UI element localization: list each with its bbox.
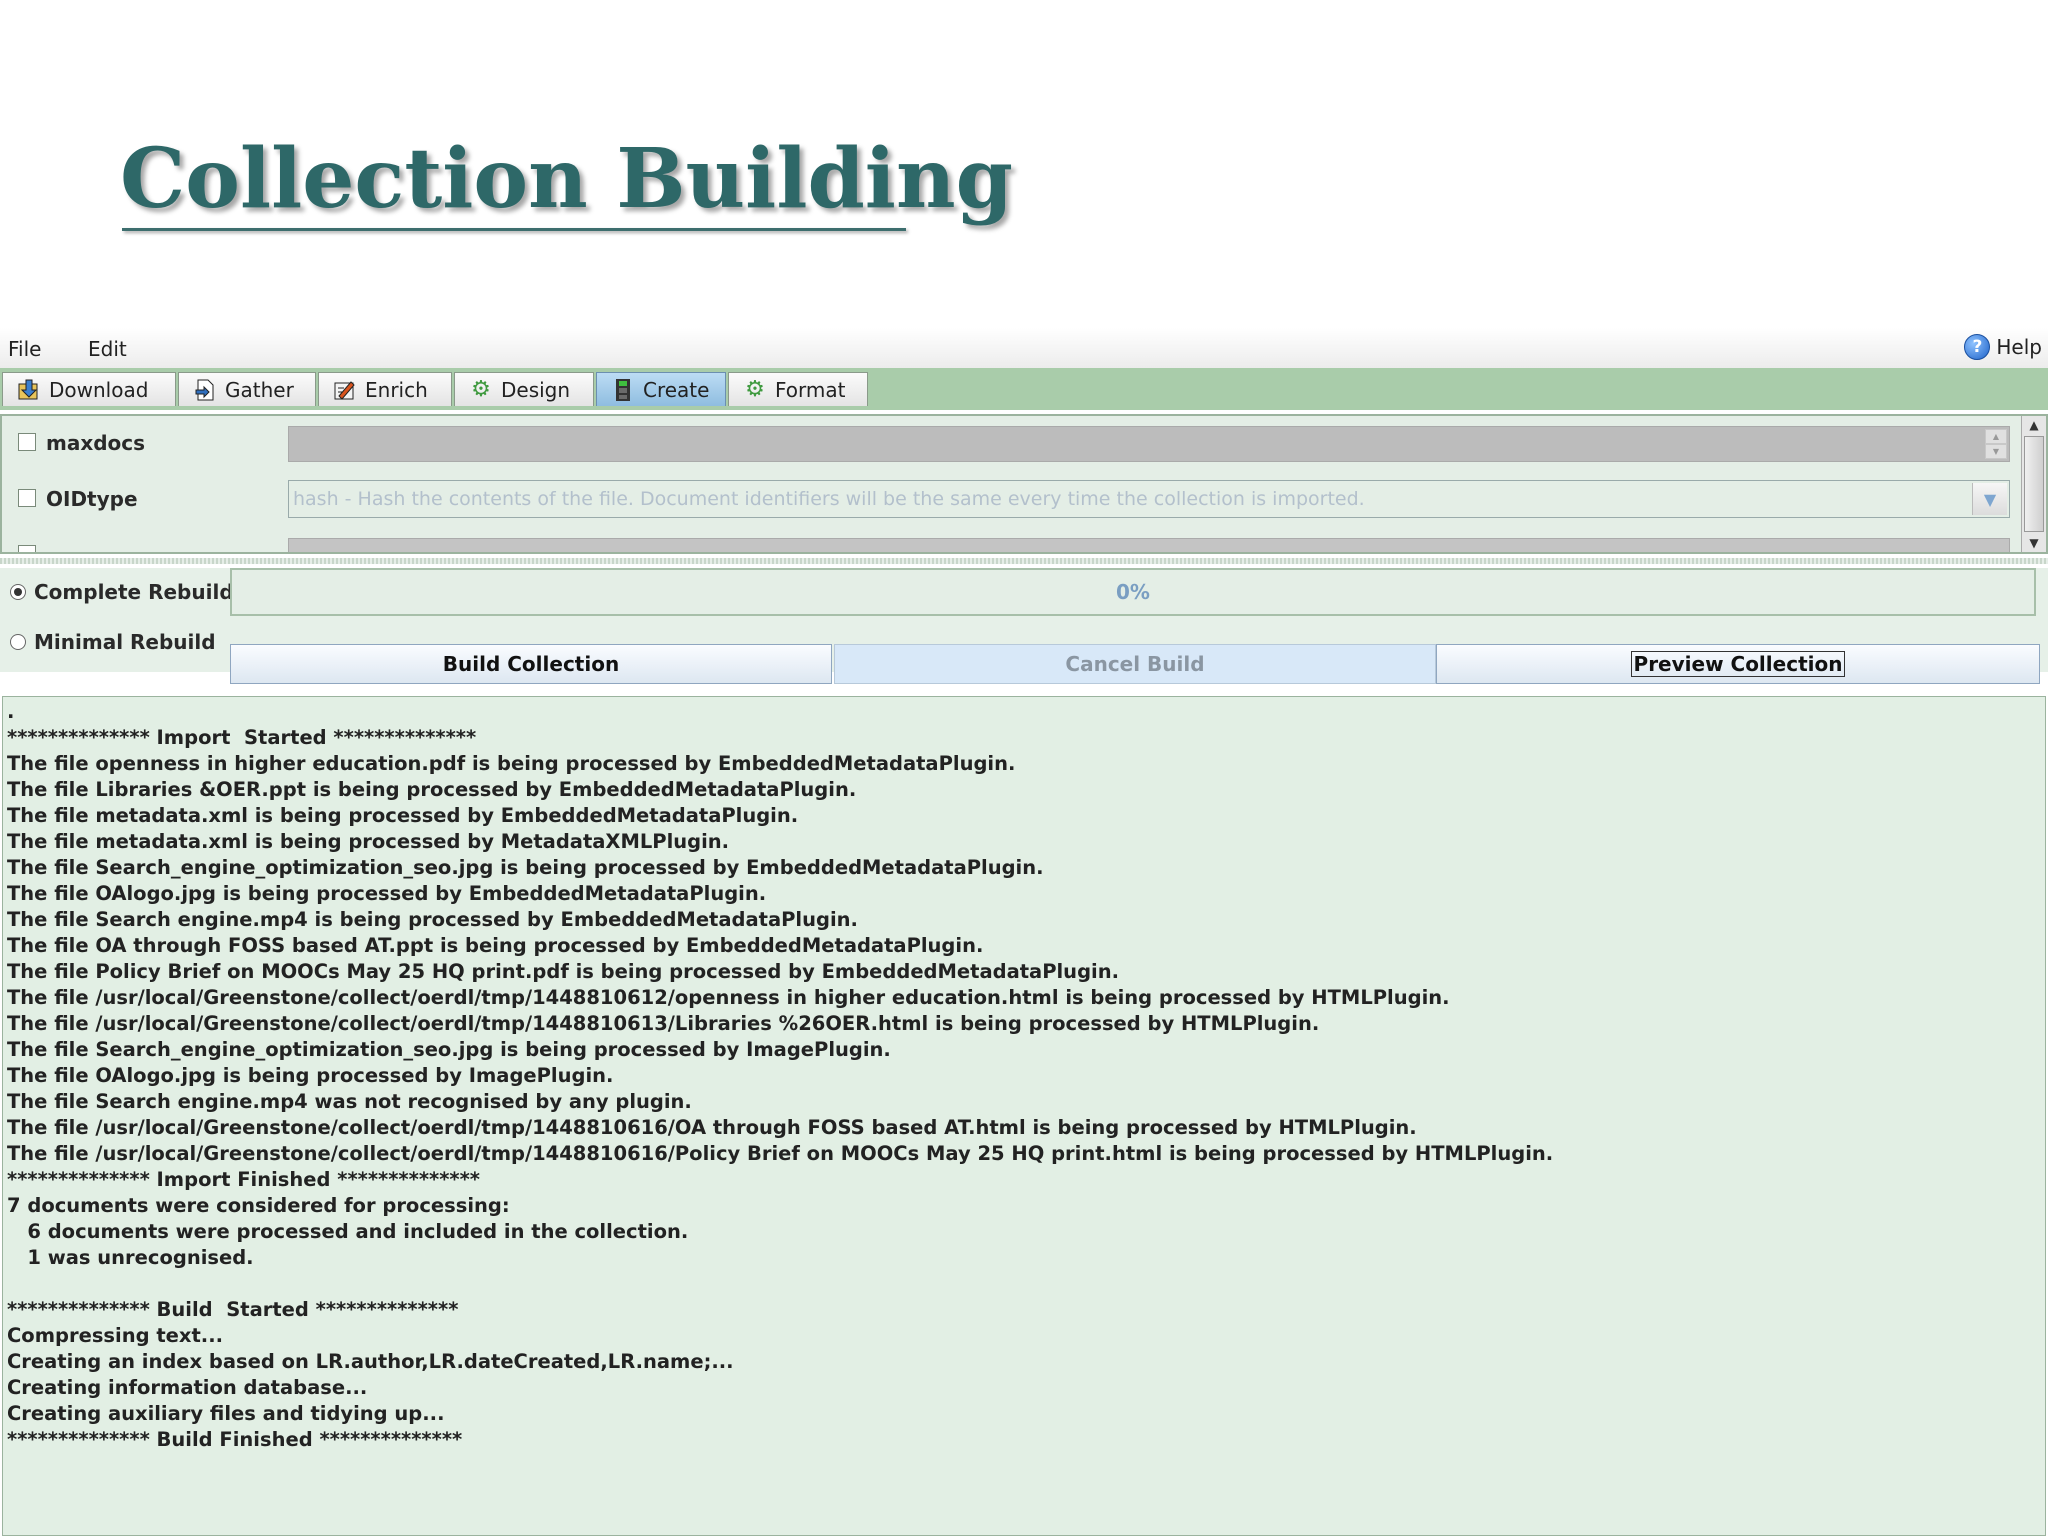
tab-design[interactable]: ⚙ Design [454,372,594,406]
hidden-option-field [288,538,2010,552]
tab-label: Create [643,377,710,402]
log-line: The file Search engine.mp4 was not recog… [7,1090,692,1113]
log-line: . [7,700,15,723]
scroll-up-icon[interactable]: ▲ [2022,416,2046,434]
options-scrollbar[interactable]: ▲ ▼ [2021,416,2046,552]
format-gear-icon: ⚙ [745,377,765,402]
maxdocs-spinner-field: ▲ ▼ [288,426,2010,462]
cancel-build-button[interactable]: Cancel Build [834,644,1436,684]
log-line: 1 was unrecognised. [7,1246,254,1269]
tab-label: Design [501,377,571,402]
preview-collection-button[interactable]: Preview Collection [1436,644,2040,684]
oidtype-select: hash - Hash the contents of the file. Do… [288,480,2010,518]
log-line: The file Libraries &OER.ppt is being pro… [7,778,857,801]
oidtype-label: OIDtype [46,487,138,511]
log-line: The file metadata.xml is being processed… [7,804,799,827]
oidtype-value: hash - Hash the contents of the file. Do… [293,488,1365,510]
download-icon [17,378,41,402]
minimal-rebuild-option[interactable]: Minimal Rebuild [10,630,216,654]
progress-text: 0% [1116,580,1150,604]
option-oidtype: OIDtype hash - Hash the contents of the … [2,478,2012,522]
design-gear-icon: ⚙ [471,377,491,402]
log-line: The file OA through FOSS based AT.ppt is… [7,934,984,957]
build-collection-button[interactable]: Build Collection [230,644,832,684]
preview-collection-label: Preview Collection [1630,651,1846,677]
slide-title: Collection Building [120,131,1013,227]
log-line: 7 documents were considered for processi… [7,1194,510,1217]
log-line: 6 documents were processed and included … [7,1220,689,1243]
tab-label: Format [775,377,846,402]
log-line: The file OAlogo.jpg is being processed b… [7,1064,614,1087]
title-underline [122,228,906,231]
tab-label: Enrich [365,377,428,402]
split-pane-divider[interactable] [0,558,2048,564]
log-line: The file openness in higher education.pd… [7,752,1016,775]
log-line: The file /usr/local/Greenstone/collect/o… [7,1142,1554,1165]
complete-rebuild-label: Complete Rebuild [34,580,234,604]
log-line: The file metadata.xml is being processed… [7,830,730,853]
build-progress-bar: 0% [230,568,2036,616]
log-line: ************** Build Finished **********… [7,1428,463,1451]
create-icon [611,378,635,402]
menu-file[interactable]: File [8,337,41,361]
log-line: Creating auxiliary files and tidying up.… [7,1402,445,1425]
help-menu[interactable]: ? Help [1964,334,2042,360]
tab-label: Gather [225,377,294,402]
build-options-panel: maxdocs ▲ ▼ OIDtype hash - Hash the cont… [0,414,2048,554]
log-line: The file /usr/local/Greenstone/collect/o… [7,986,1450,1009]
log-line: The file Policy Brief on MOOCs May 25 HQ… [7,960,1119,983]
log-line: The file OAlogo.jpg is being processed b… [7,882,767,905]
scroll-down-icon[interactable]: ▼ [2022,534,2046,552]
build-log[interactable]: . ************** Import Started *********… [2,696,2046,1536]
complete-rebuild-radio[interactable] [10,584,26,600]
log-line: The file /usr/local/Greenstone/collect/o… [7,1012,1320,1035]
maxdocs-spinner: ▲ ▼ [1985,429,2007,459]
tab-bar: Download Gather Enrich ⚙ Design Create ⚙ [0,368,2048,410]
log-line: ************** Import Finished *********… [7,1168,481,1191]
log-line: Compressing text... [7,1324,224,1347]
spinner-up-icon: ▲ [1985,429,2007,444]
log-lines: . ************** Import Started *********… [7,699,2041,1453]
minimal-rebuild-label: Minimal Rebuild [34,630,216,654]
help-label: Help [1996,335,2042,359]
log-line: The file Search engine.mp4 is being proc… [7,908,858,931]
maxdocs-label: maxdocs [46,431,146,455]
log-line: The file Search_engine_optimization_seo.… [7,1038,891,1061]
help-icon: ? [1964,334,1991,360]
tab-enrich[interactable]: Enrich [318,372,452,406]
log-line: The file Search_engine_optimization_seo.… [7,856,1044,879]
option-maxdocs: maxdocs ▲ ▼ [2,422,2012,466]
minimal-rebuild-radio[interactable] [10,634,26,650]
log-line: ************** Import Started **********… [7,726,477,749]
gather-icon [193,378,217,402]
complete-rebuild-option[interactable]: Complete Rebuild [10,580,234,604]
maxdocs-checkbox[interactable] [18,433,36,451]
log-line: The file /usr/local/Greenstone/collect/o… [7,1116,1417,1139]
log-line: ************** Build Started ***********… [7,1298,459,1321]
tab-format[interactable]: ⚙ Format [728,372,868,406]
tab-create[interactable]: Create [596,372,726,406]
log-line: Creating an index based on LR.author,LR.… [7,1350,734,1373]
menu-bar: File Edit ? Help [0,328,2048,368]
spinner-down-icon: ▼ [1985,444,2007,459]
tab-download[interactable]: Download [2,372,176,406]
hidden-option-checkbox[interactable] [18,545,36,552]
enrich-icon [333,378,357,402]
menu-edit[interactable]: Edit [88,337,127,361]
option-partially-hidden [2,534,2012,552]
tab-label: Download [49,377,149,402]
tab-gather[interactable]: Gather [178,372,316,406]
log-line: Creating information database... [7,1376,368,1399]
oidtype-checkbox[interactable] [18,489,36,507]
chevron-down-icon: ▼ [1972,483,2007,515]
scroll-thumb[interactable] [2024,436,2044,532]
